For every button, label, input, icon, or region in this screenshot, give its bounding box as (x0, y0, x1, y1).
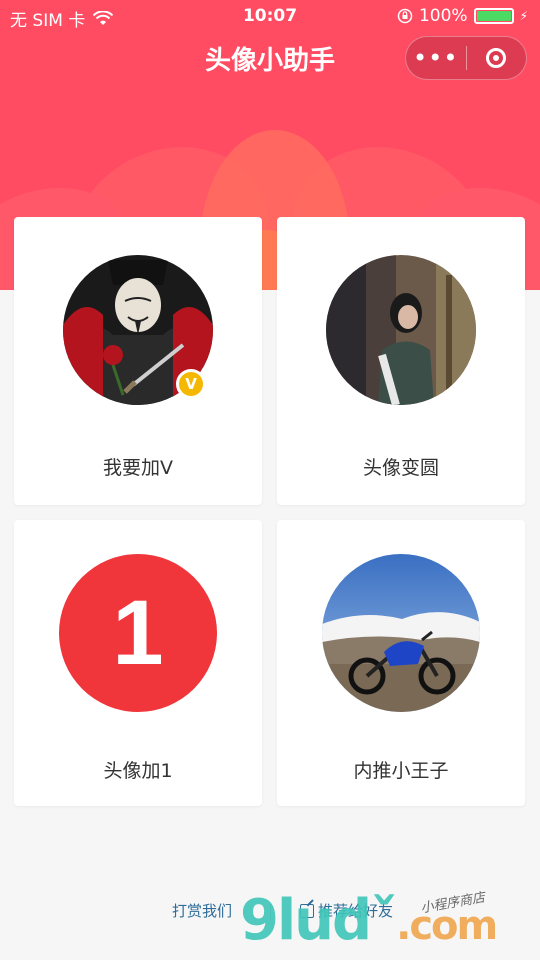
card-add-one[interactable]: 1 头像加1 (14, 520, 262, 806)
badge-text: V (185, 375, 197, 393)
more-dots-icon: ••• (413, 44, 459, 72)
verified-badge: V (176, 369, 206, 399)
close-miniprogram-button[interactable] (466, 36, 526, 80)
reward-us-link[interactable]: 打赏我们 (172, 900, 232, 921)
number-text: 1 (112, 581, 164, 684)
card-add-v[interactable]: V 我要加V (14, 217, 262, 505)
card-label: 头像变圆 (362, 457, 439, 479)
status-bar: 无 SIM 卡 10:07 100% ⚡ (0, 0, 540, 32)
status-right: 100% ⚡ (397, 6, 528, 26)
watermark-brand: 9ludˇ (240, 888, 398, 953)
avatar-image (326, 255, 476, 405)
miniprogram-capsule: ••• (405, 36, 527, 80)
charging-icon: ⚡ (519, 9, 528, 23)
card-round-avatar[interactable]: 头像变圆 (277, 217, 525, 505)
card-label: 内推小王子 (353, 760, 449, 782)
number-circle: 1 (59, 554, 217, 712)
card-label: 头像加1 (103, 760, 173, 782)
battery-percent: 100% (418, 6, 468, 26)
battery-icon (473, 8, 514, 24)
orientation-lock-icon (397, 8, 413, 24)
avatar-image (322, 554, 480, 712)
card-referral[interactable]: 内推小王子 (277, 520, 525, 806)
more-button[interactable]: ••• (406, 36, 466, 80)
target-circle-icon (486, 48, 507, 68)
card-label: 我要加V (103, 457, 173, 479)
